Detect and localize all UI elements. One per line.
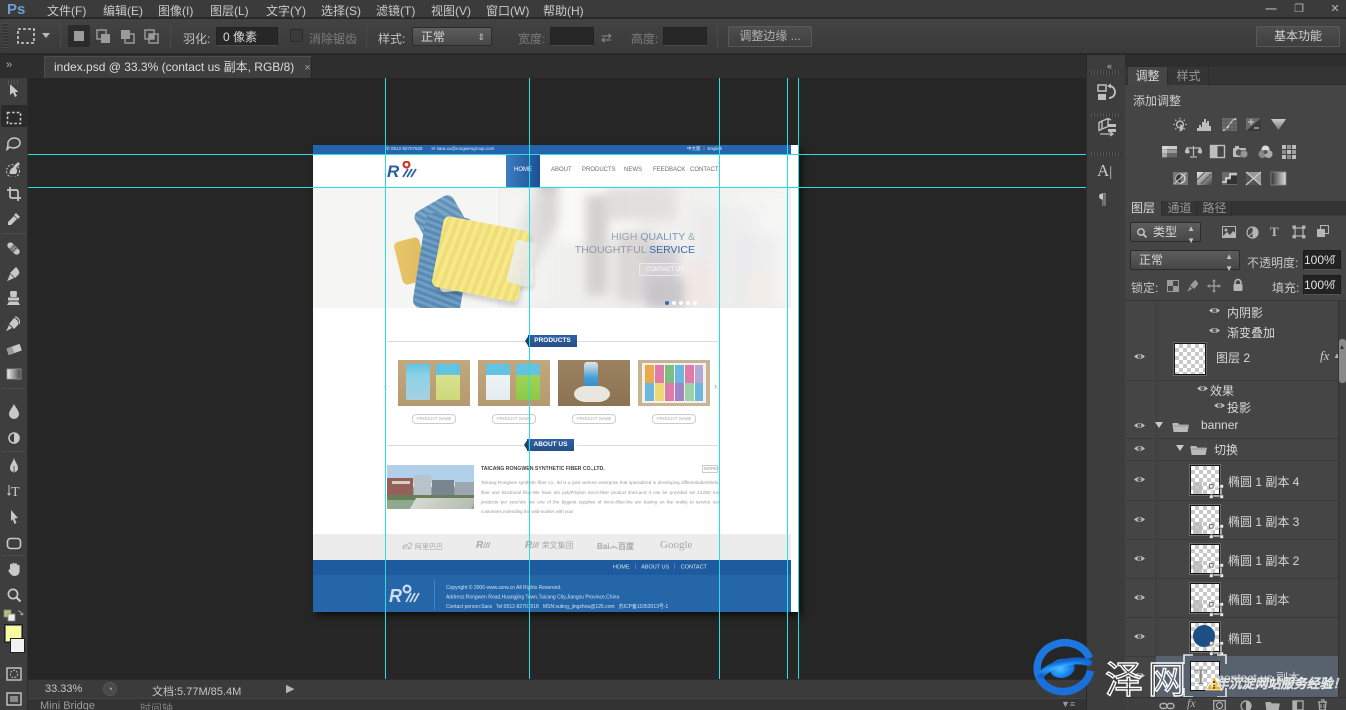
svg-text:T: T bbox=[11, 485, 20, 499]
svg-text:R: R bbox=[387, 162, 400, 181]
svg-text:R: R bbox=[389, 586, 402, 606]
